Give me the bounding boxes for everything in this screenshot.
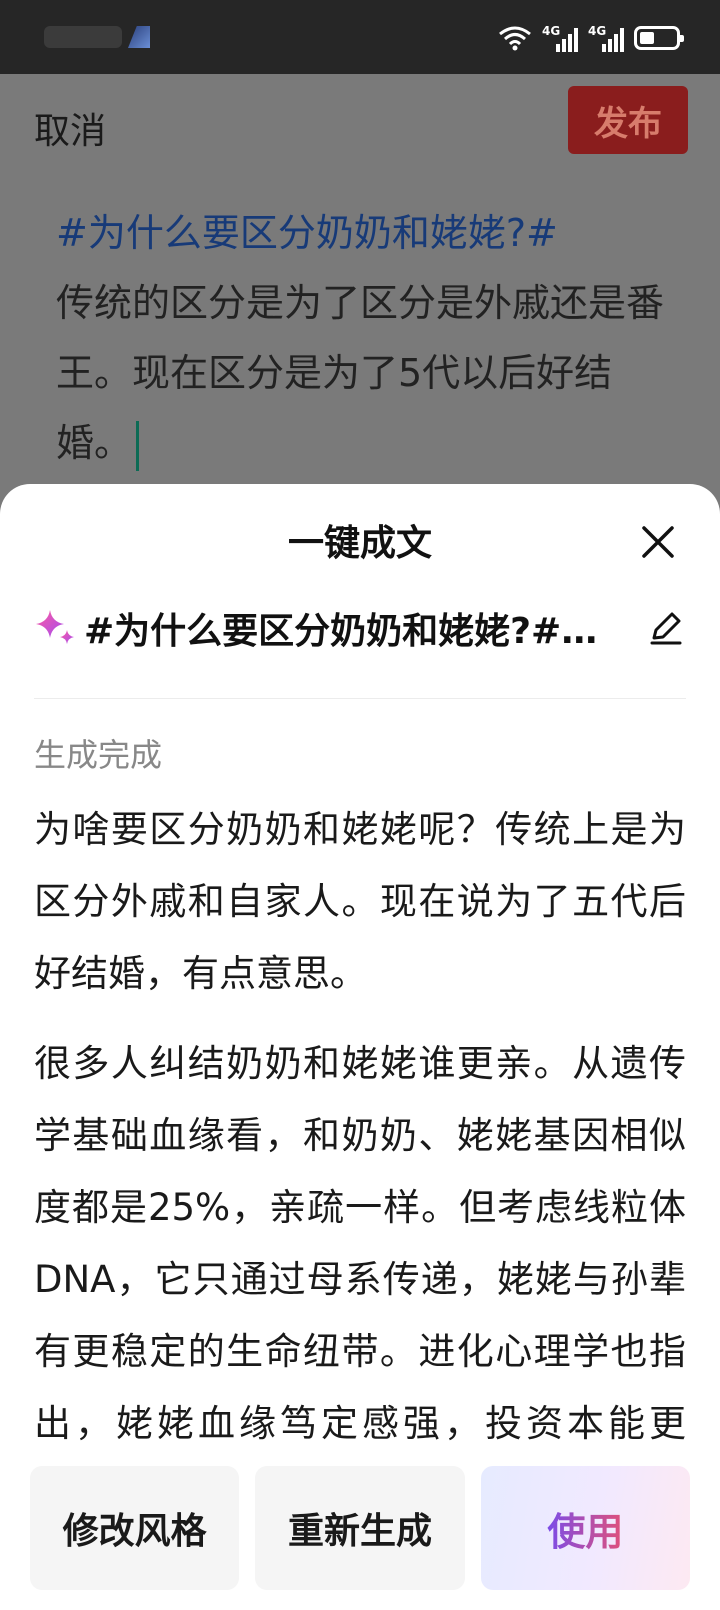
article-paragraph: 为啥要区分奶奶和姥姥呢？传统上是为区分外戚和自家人。现在说为了五代后好结婚，有点… [34, 808, 686, 995]
regenerate-button[interactable]: 重新生成 [255, 1466, 465, 1590]
post-composer: 取消 发布 #为什么要区分奶奶和姥姥?# 传统的区分是为了区分是外戚还是番王。现… [0, 74, 720, 494]
sparkle-icon [36, 610, 74, 644]
signal-1-icon: 4G [542, 24, 578, 52]
generated-article[interactable]: 为啥要区分奶奶和姥姥呢？传统上是为区分外戚和自家人。现在说为了五代后好结婚，有点… [34, 794, 686, 1454]
notification-placeholder [44, 26, 122, 48]
post-text-area[interactable]: #为什么要区分奶奶和姥姥?# 传统的区分是为了区分是外戚还是番王。现在区分是为了… [56, 198, 676, 478]
wifi-icon [499, 26, 531, 51]
article-paragraph: 很多人纠结奶奶和姥姥谁更亲。从遗传学基础血缘看，和奶奶、姥姥基因相似度都是25%… [34, 1042, 686, 1445]
cancel-button[interactable]: 取消 [34, 102, 106, 154]
status-right: 4G 4G [498, 24, 684, 52]
post-body: 传统的区分是为了区分是外戚还是番王。现在区分是为了5代以后好结婚。 [56, 281, 665, 465]
text-cursor [136, 420, 140, 471]
post-hashtag[interactable]: #为什么要区分奶奶和姥姥?# [56, 211, 558, 255]
sheet-title: 一键成文 [287, 523, 432, 564]
battery-icon [634, 26, 684, 50]
divider [34, 698, 686, 699]
edit-icon[interactable] [646, 608, 686, 648]
close-icon[interactable] [638, 522, 678, 562]
signal-2-icon: 4G [588, 24, 624, 52]
publish-button[interactable]: 发布 [568, 86, 688, 154]
use-button-label: 使用 [547, 1501, 623, 1556]
use-button[interactable]: 使用 [480, 1466, 690, 1590]
app-notification-icon [128, 26, 150, 48]
status-bar: 4G 4G [0, 0, 720, 74]
modify-style-button[interactable]: 修改风格 [30, 1466, 240, 1590]
generation-status: 生成完成 [34, 736, 163, 774]
status-left [44, 26, 150, 48]
topic-row: #为什么要区分奶奶和姥姥?#传统的区分是为了区分是外戚还是番王。现在区分是为了5… [34, 598, 686, 658]
action-bar: 修改风格 重新生成 使用 [30, 1466, 690, 1590]
one-click-article-sheet: 一键成文 #为什么要区分奶奶和姥姥?#传统的区分是为了区分是外戚还是番王。现在区… [0, 484, 720, 1610]
topic-title: #为什么要区分奶奶和姥姥?#传统的区分是为了区分是外戚还是番王。现在区分是为了5… [84, 611, 624, 652]
